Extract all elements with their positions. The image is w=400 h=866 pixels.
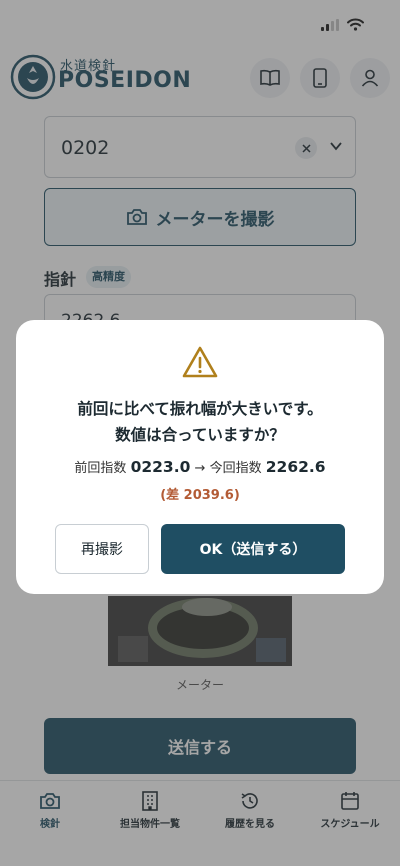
confirm-reading-dialog: 前回に比べて振れ幅が大きいです。 数値は合っていますか？ 前回指数 0223.0… (16, 320, 384, 594)
previous-reading-value: 0223.0 (130, 458, 191, 476)
previous-reading-label: 前回指数 (74, 461, 127, 476)
current-reading-label: 今回指数 (209, 461, 262, 476)
current-reading-value: 2262.6 (265, 458, 326, 476)
ok-submit-button[interactable]: OK（送信する） (161, 524, 345, 574)
reading-difference: (差 2039.6) (160, 488, 240, 503)
warning-icon (182, 346, 218, 378)
dialog-title-line2: 数値は合っていますか？ (115, 426, 285, 444)
arrow: → (194, 461, 206, 476)
reading-comparison: 前回指数 0223.0 → 今回指数 2262.6 (16, 457, 384, 476)
dialog-title-line1: 前回に比べて振れ幅が大きいです。 (77, 400, 323, 418)
retake-button[interactable]: 再撮影 (55, 524, 149, 574)
